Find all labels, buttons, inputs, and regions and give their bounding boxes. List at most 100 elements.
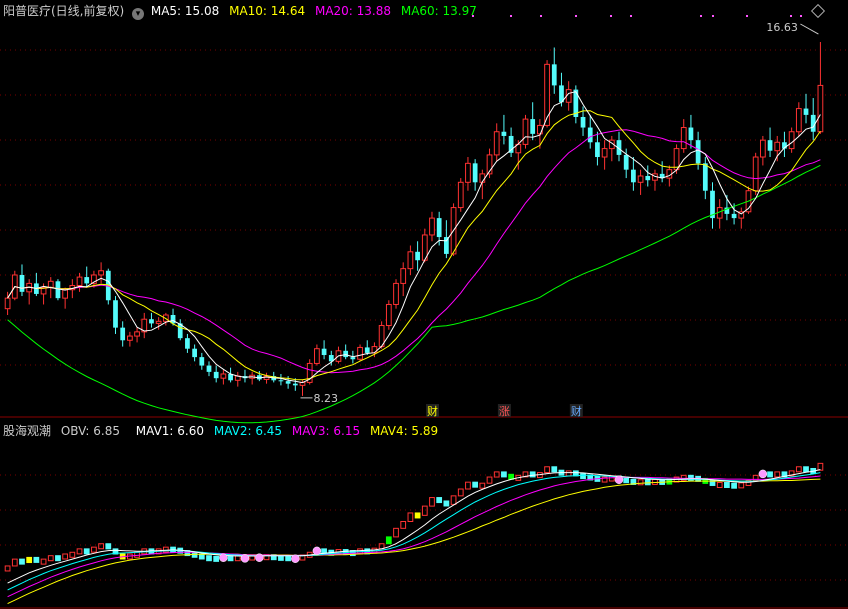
candle-body-up[interactable] bbox=[465, 162, 471, 183]
candle-body-up[interactable] bbox=[47, 280, 54, 289]
candle-body-up[interactable] bbox=[385, 303, 392, 327]
candle-body-down[interactable] bbox=[645, 175, 651, 181]
candle-body-down[interactable] bbox=[436, 218, 442, 238]
candle-body-up[interactable] bbox=[774, 141, 781, 152]
candle-body-down[interactable] bbox=[631, 169, 636, 183]
indicator-title[interactable]: 股海观潮 bbox=[3, 424, 51, 438]
candle-body-down[interactable] bbox=[551, 64, 557, 86]
obv-bar-up[interactable] bbox=[486, 476, 493, 484]
candle-body-down[interactable] bbox=[149, 319, 154, 324]
candle-body-down[interactable] bbox=[213, 371, 219, 379]
candle-body-down[interactable] bbox=[321, 348, 327, 356]
obv-bar-up[interactable] bbox=[407, 512, 414, 523]
candle-body-up[interactable] bbox=[98, 270, 104, 276]
candle-body-up[interactable] bbox=[314, 348, 320, 364]
obv-bar-up[interactable] bbox=[4, 565, 11, 572]
candle-body-down[interactable] bbox=[501, 131, 507, 136]
candle-body-down[interactable] bbox=[443, 237, 449, 254]
obv-bar-up[interactable] bbox=[457, 488, 464, 497]
obv-bar-down[interactable] bbox=[767, 471, 773, 478]
obv-bar-down[interactable] bbox=[724, 482, 730, 489]
obv-bar-down[interactable] bbox=[55, 555, 61, 562]
obv-bar-down[interactable] bbox=[580, 473, 586, 480]
candle-body-down[interactable] bbox=[623, 154, 629, 170]
chart-canvas[interactable]: 16.63 8.23 财 涨 财 bbox=[0, 0, 848, 609]
candle-body-up[interactable] bbox=[544, 63, 550, 126]
candle-body-up[interactable] bbox=[407, 251, 414, 270]
candle-body-down[interactable] bbox=[803, 108, 809, 115]
obv-bar-down[interactable] bbox=[227, 555, 234, 562]
candle-body-up[interactable] bbox=[673, 148, 680, 171]
obv-bar-highlight[interactable] bbox=[414, 512, 421, 519]
obv-bar-down[interactable] bbox=[501, 471, 507, 478]
candle-body-up[interactable] bbox=[4, 297, 11, 310]
candle-body-down[interactable] bbox=[587, 127, 593, 143]
candle-body-up[interactable] bbox=[601, 148, 608, 158]
obv-bar-up[interactable] bbox=[47, 555, 54, 562]
obv-bar-up[interactable] bbox=[716, 482, 723, 489]
obv-bar-down[interactable] bbox=[551, 466, 558, 473]
candle-body-down[interactable] bbox=[292, 383, 298, 386]
candle-body-down[interactable] bbox=[350, 357, 356, 360]
candle-body-down[interactable] bbox=[120, 327, 126, 341]
obv-bar-up[interactable] bbox=[817, 462, 824, 471]
candle-body-down[interactable] bbox=[595, 142, 600, 158]
candle-body-down[interactable] bbox=[278, 380, 284, 382]
candle-body-up[interactable] bbox=[127, 335, 133, 341]
obv-bar-up[interactable] bbox=[738, 482, 745, 489]
candle-body-down[interactable] bbox=[580, 117, 586, 128]
obv-bar-green[interactable] bbox=[385, 536, 392, 545]
obv-bar-up[interactable] bbox=[637, 479, 644, 486]
candle-body-up[interactable] bbox=[637, 175, 644, 183]
obv-bar-down[interactable] bbox=[803, 466, 809, 473]
obv-bar-down[interactable] bbox=[105, 543, 112, 550]
candle-body-down[interactable] bbox=[702, 163, 708, 191]
candle-body-up[interactable] bbox=[371, 346, 378, 354]
candle-body-down[interactable] bbox=[55, 281, 61, 299]
obv-bar-down[interactable] bbox=[33, 556, 40, 563]
obv-bar-down[interactable] bbox=[644, 479, 651, 486]
obv-bar-down[interactable] bbox=[83, 548, 90, 555]
candle-body-down[interactable] bbox=[731, 213, 737, 219]
obv-bar-down[interactable] bbox=[213, 555, 220, 562]
candle-body-up[interactable] bbox=[155, 320, 162, 324]
obv-bar-up[interactable] bbox=[69, 551, 76, 558]
obv-bar-up[interactable] bbox=[450, 495, 457, 505]
chevron-down-icon[interactable]: ▾ bbox=[132, 8, 145, 20]
obv-bar-down[interactable] bbox=[19, 558, 25, 565]
candle-body-up[interactable] bbox=[522, 118, 529, 145]
obv-bar-up[interactable] bbox=[795, 466, 802, 473]
obv-bar-up[interactable] bbox=[98, 543, 104, 550]
obv-bar-up[interactable] bbox=[76, 548, 83, 555]
obv-bar-down[interactable] bbox=[285, 555, 291, 562]
candle-body-up[interactable] bbox=[795, 108, 802, 133]
candle-body-up[interactable] bbox=[537, 124, 543, 135]
candle-body-down[interactable] bbox=[695, 140, 701, 164]
obv-bar-up[interactable] bbox=[91, 546, 97, 553]
candle-body-up[interactable] bbox=[76, 276, 83, 287]
obv-bar-down[interactable] bbox=[623, 477, 630, 484]
candle-body-down[interactable] bbox=[364, 347, 370, 353]
candle-body-down[interactable] bbox=[285, 381, 291, 384]
obv-bar-up[interactable] bbox=[544, 466, 550, 474]
candle-body-up[interactable] bbox=[393, 282, 399, 305]
candle-body-up[interactable] bbox=[759, 139, 766, 158]
candle-body-up[interactable] bbox=[220, 373, 227, 379]
candle-body-down[interactable] bbox=[530, 119, 536, 134]
obv-bar-down[interactable] bbox=[206, 555, 212, 562]
candle-body-down[interactable] bbox=[767, 140, 773, 151]
candle-body-up[interactable] bbox=[752, 156, 759, 192]
candle-body-up[interactable] bbox=[400, 268, 407, 284]
candle-body-up[interactable] bbox=[357, 346, 363, 360]
obv-bar-highlight[interactable] bbox=[26, 556, 33, 564]
candle-body-down[interactable] bbox=[206, 365, 212, 372]
obv-bar-up[interactable] bbox=[62, 553, 69, 560]
obv-bar-down[interactable] bbox=[436, 497, 443, 504]
candle-body-down[interactable] bbox=[343, 350, 349, 358]
stock-title[interactable]: 阳普医疗(日线,前复权) bbox=[3, 4, 124, 18]
obv-bar-up[interactable] bbox=[493, 471, 500, 478]
obv-bar-down[interactable] bbox=[472, 481, 479, 488]
obv-bar-up[interactable] bbox=[393, 527, 399, 538]
candle-body-down[interactable] bbox=[113, 300, 118, 328]
obv-bar-up[interactable] bbox=[465, 481, 471, 490]
